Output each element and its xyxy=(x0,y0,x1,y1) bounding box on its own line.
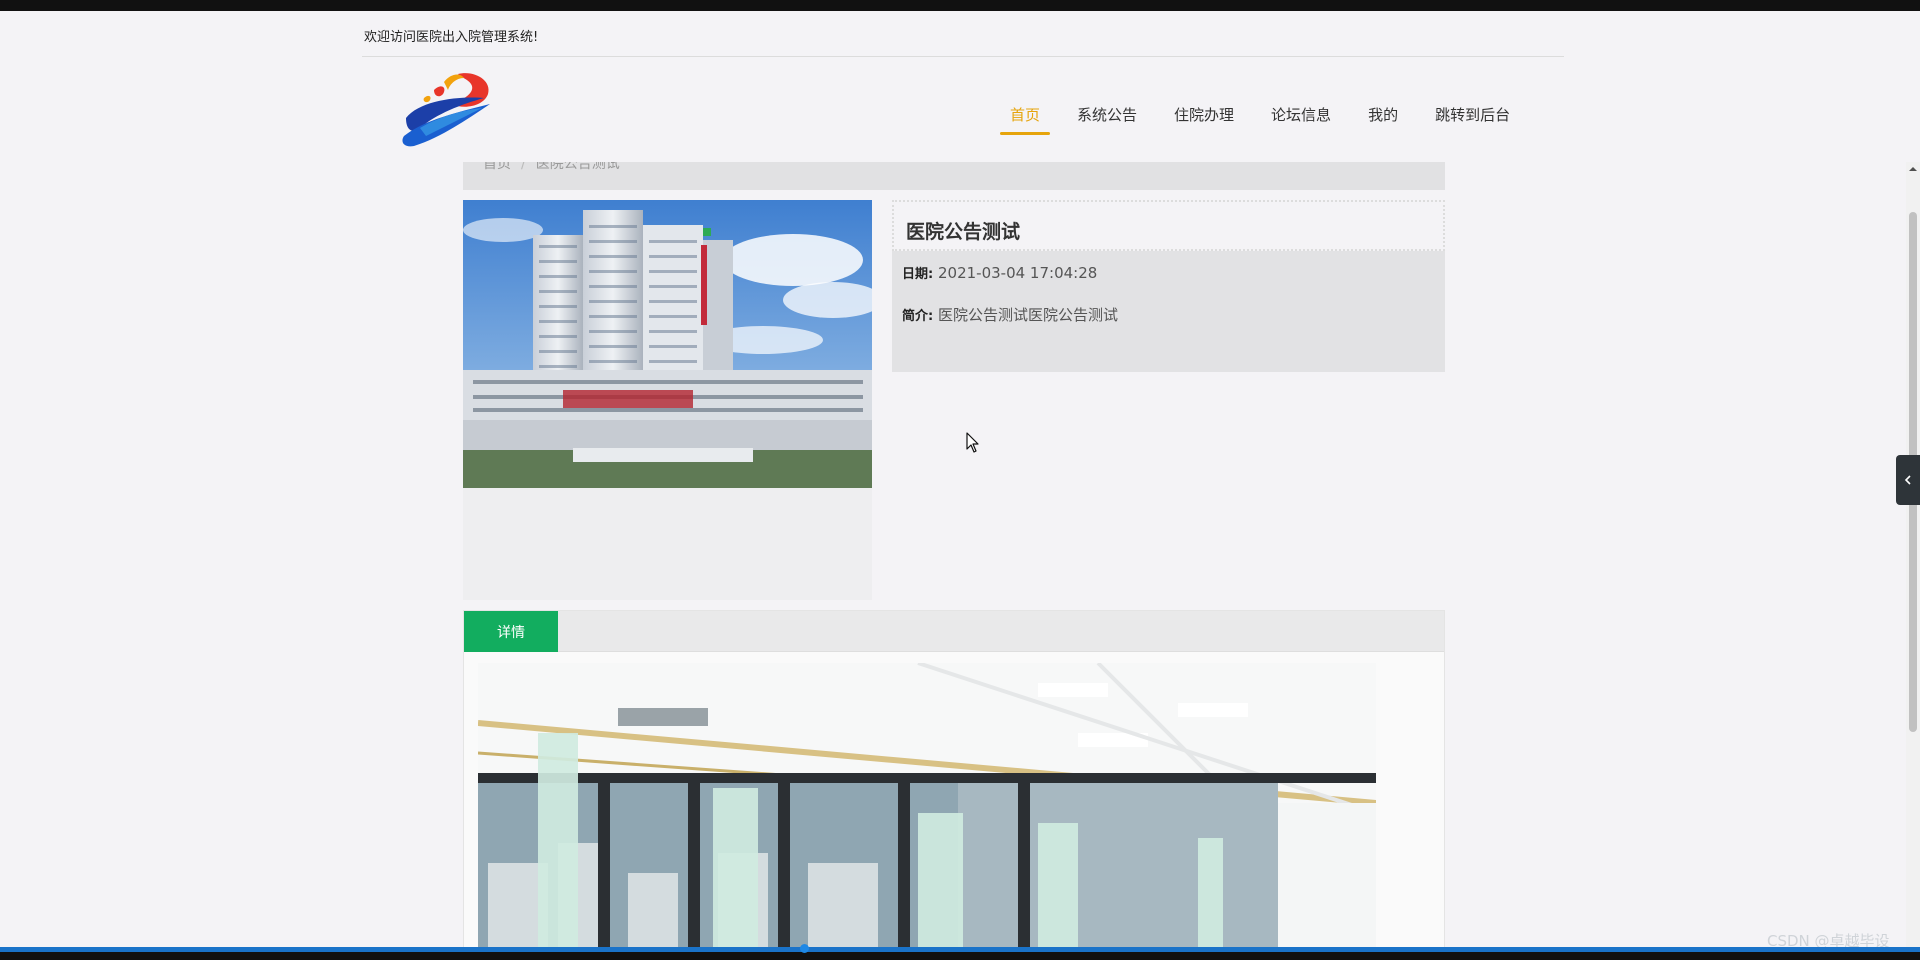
hospital-building-photo xyxy=(463,200,872,488)
nav-item-backend[interactable]: 跳转到后台 xyxy=(1435,104,1510,136)
nav-item-announcements[interactable]: 系统公告 xyxy=(1077,104,1137,136)
top-frame-bar xyxy=(0,0,1920,11)
main-nav: 首页 系统公告 住院办理 论坛信息 我的 跳转到后台 xyxy=(999,104,1547,136)
intro-label: 简介: xyxy=(902,309,934,324)
chevron-left-icon xyxy=(1904,475,1911,485)
header-divider xyxy=(362,56,1564,57)
breadcrumb-home[interactable]: 首页 xyxy=(483,162,511,172)
breadcrumb-current: 医院公告测试 xyxy=(535,162,620,172)
notice-info-panel: 医院公告测试 日期: 2021-03-04 17:04:28 简介: 医院公告测… xyxy=(892,200,1445,372)
detail-section: 详情 xyxy=(463,610,1445,950)
bottom-progress-bar xyxy=(0,947,1920,952)
notice-title: 医院公告测试 xyxy=(906,221,1021,243)
breadcrumb-bar: 首页 / 医院公告测试 xyxy=(463,162,1445,190)
scroll-up-icon[interactable] xyxy=(1908,164,1918,174)
detail-tab-bar: 详情 xyxy=(464,611,1444,652)
breadcrumb: 首页 / 医院公告测试 xyxy=(483,162,620,173)
intro-value: 医院公告测试医院公告测试 xyxy=(937,306,1118,324)
notice-image-panel xyxy=(463,200,872,600)
notice-intro-row: 简介: 医院公告测试医院公告测试 xyxy=(902,304,1118,325)
mouse-pointer-icon xyxy=(966,432,979,453)
date-value: 2021-03-04 17:04:28 xyxy=(937,264,1098,282)
nav-item-forum[interactable]: 论坛信息 xyxy=(1271,104,1331,136)
nav-item-home[interactable]: 首页 xyxy=(999,104,1051,136)
tab-detail[interactable]: 详情 xyxy=(464,611,558,652)
notice-title-box: 医院公告测试 xyxy=(892,200,1445,251)
breadcrumb-separator: / xyxy=(521,162,526,172)
date-label: 日期: xyxy=(902,267,934,282)
nav-item-admission[interactable]: 住院办理 xyxy=(1174,104,1234,136)
notice-date-row: 日期: 2021-03-04 17:04:28 xyxy=(902,263,1097,282)
ward-photo xyxy=(478,663,1376,949)
nav-item-mine[interactable]: 我的 xyxy=(1368,104,1398,136)
hospital-logo[interactable] xyxy=(400,70,496,148)
welcome-text: 欢迎访问医院出入院管理系统! xyxy=(364,30,539,45)
side-panel-toggle[interactable] xyxy=(1896,455,1920,505)
bottom-progress-handle xyxy=(800,944,809,953)
